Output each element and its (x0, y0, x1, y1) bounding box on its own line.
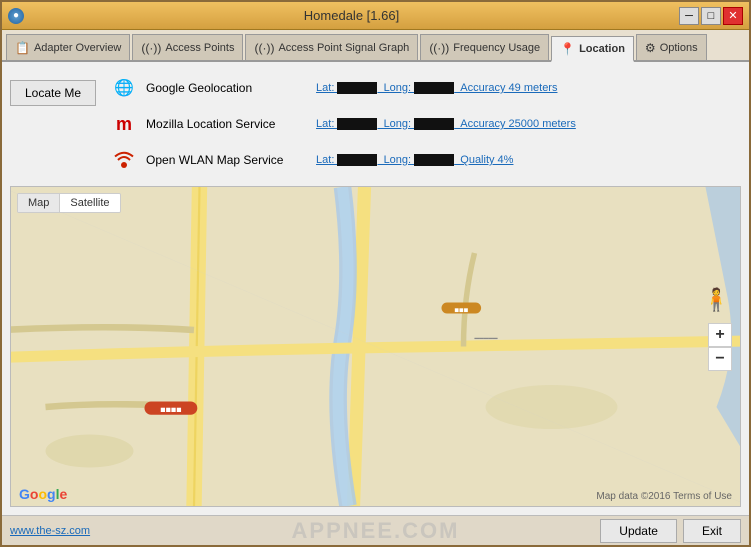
map-tab-map[interactable]: Map (18, 194, 59, 212)
google-logo: Google (19, 486, 67, 502)
wlan-lat (337, 154, 377, 166)
tab-access-points[interactable]: ((·)) Access Points (132, 34, 243, 60)
google-long (414, 82, 454, 94)
tab-access-points-label: Access Points (165, 42, 234, 54)
tab-frequency[interactable]: ((·)) Frequency Usage (420, 34, 549, 60)
map-attribution: Map data ©2016 Terms of Use (596, 491, 732, 502)
google-lat (337, 82, 377, 94)
tab-options-label: Options (660, 42, 698, 54)
update-button[interactable]: Update (600, 519, 677, 543)
status-bar: www.the-sz.com APPNEE.COM Update Exit (2, 515, 749, 545)
wlan-map-row: Open WLAN Map Service Lat: Long: Quality… (112, 148, 741, 172)
mozilla-service-name: Mozilla Location Service (146, 117, 306, 131)
svg-text:━━━━━: ━━━━━ (473, 334, 498, 343)
map-container[interactable]: ■■■■ ■■■ ━━━━━ ░░░░░ Map Satellite (10, 186, 741, 507)
signal-graph-icon: ((·)) (254, 41, 274, 55)
tab-signal-graph-label: Access Point Signal Graph (278, 42, 409, 54)
maximize-button[interactable]: □ (701, 7, 721, 25)
svg-text:■■■■: ■■■■ (160, 405, 181, 415)
location-services: Locate Me 🌐 Google Geolocation Lat: Long… (10, 70, 741, 178)
adapter-icon: 📋 (15, 41, 30, 55)
wlan-long (414, 154, 454, 166)
wlan-service-name: Open WLAN Map Service (146, 153, 306, 167)
status-buttons: Update Exit (600, 519, 741, 543)
google-geolocation-link[interactable]: Lat: Long: Accuracy 49 meters (316, 82, 557, 94)
title-buttons: ─ □ ✕ (679, 7, 743, 25)
map-tab-satellite[interactable]: Satellite (60, 194, 119, 212)
locate-me-button[interactable]: Locate Me (10, 80, 96, 106)
content-area: Locate Me 🌐 Google Geolocation Lat: Long… (2, 62, 749, 515)
wlan-map-link[interactable]: Lat: Long: Quality 4% (316, 154, 513, 166)
website-link[interactable]: www.the-sz.com (10, 525, 90, 537)
map-controls: + − (708, 323, 732, 371)
mozilla-icon: m (112, 112, 136, 136)
exit-button[interactable]: Exit (683, 519, 741, 543)
watermark: APPNEE.COM (292, 518, 460, 544)
google-icon: 🌐 (112, 76, 136, 100)
map-tabs: Map Satellite (17, 193, 121, 213)
location-icon: 📍 (560, 42, 575, 56)
tab-adapter[interactable]: 📋 Adapter Overview (6, 34, 130, 60)
tab-options[interactable]: ⚙ Options (636, 34, 707, 60)
mozilla-long (414, 118, 454, 130)
window-title: Homedale [1.66] (24, 8, 679, 23)
tab-location-label: Location (579, 43, 625, 55)
zoom-out-button[interactable]: − (708, 347, 732, 371)
zoom-in-button[interactable]: + (708, 323, 732, 347)
pegman-icon[interactable]: 🧍 (703, 287, 730, 313)
main-window: ● Homedale [1.66] ─ □ ✕ 📋 Adapter Overvi… (0, 0, 751, 547)
services-list: 🌐 Google Geolocation Lat: Long: Accuracy… (112, 76, 741, 172)
close-button[interactable]: ✕ (723, 7, 743, 25)
title-bar: ● Homedale [1.66] ─ □ ✕ (2, 2, 749, 30)
tab-location[interactable]: 📍 Location (551, 36, 634, 62)
access-points-icon: ((·)) (141, 41, 161, 55)
google-service-name: Google Geolocation (146, 81, 306, 95)
app-icon: ● (8, 8, 24, 24)
wlan-icon (112, 148, 136, 172)
map-svg: ■■■■ ■■■ ━━━━━ ░░░░░ (11, 187, 740, 506)
tabs-bar: 📋 Adapter Overview ((·)) Access Points (… (2, 30, 749, 62)
mozilla-location-link[interactable]: Lat: Long: Accuracy 25000 meters (316, 118, 576, 130)
frequency-icon: ((·)) (429, 41, 449, 55)
svg-text:■■■: ■■■ (454, 305, 468, 314)
options-icon: ⚙ (645, 41, 656, 55)
tab-signal-graph[interactable]: ((·)) Access Point Signal Graph (245, 34, 418, 60)
minimize-button[interactable]: ─ (679, 7, 699, 25)
mozilla-lat (337, 118, 377, 130)
google-geolocation-row: 🌐 Google Geolocation Lat: Long: Accuracy… (112, 76, 741, 100)
tab-frequency-label: Frequency Usage (453, 42, 540, 54)
locate-row: Locate Me 🌐 Google Geolocation Lat: Long… (10, 76, 741, 172)
tab-adapter-label: Adapter Overview (34, 42, 121, 54)
mozilla-location-row: m Mozilla Location Service Lat: Long: Ac… (112, 112, 741, 136)
